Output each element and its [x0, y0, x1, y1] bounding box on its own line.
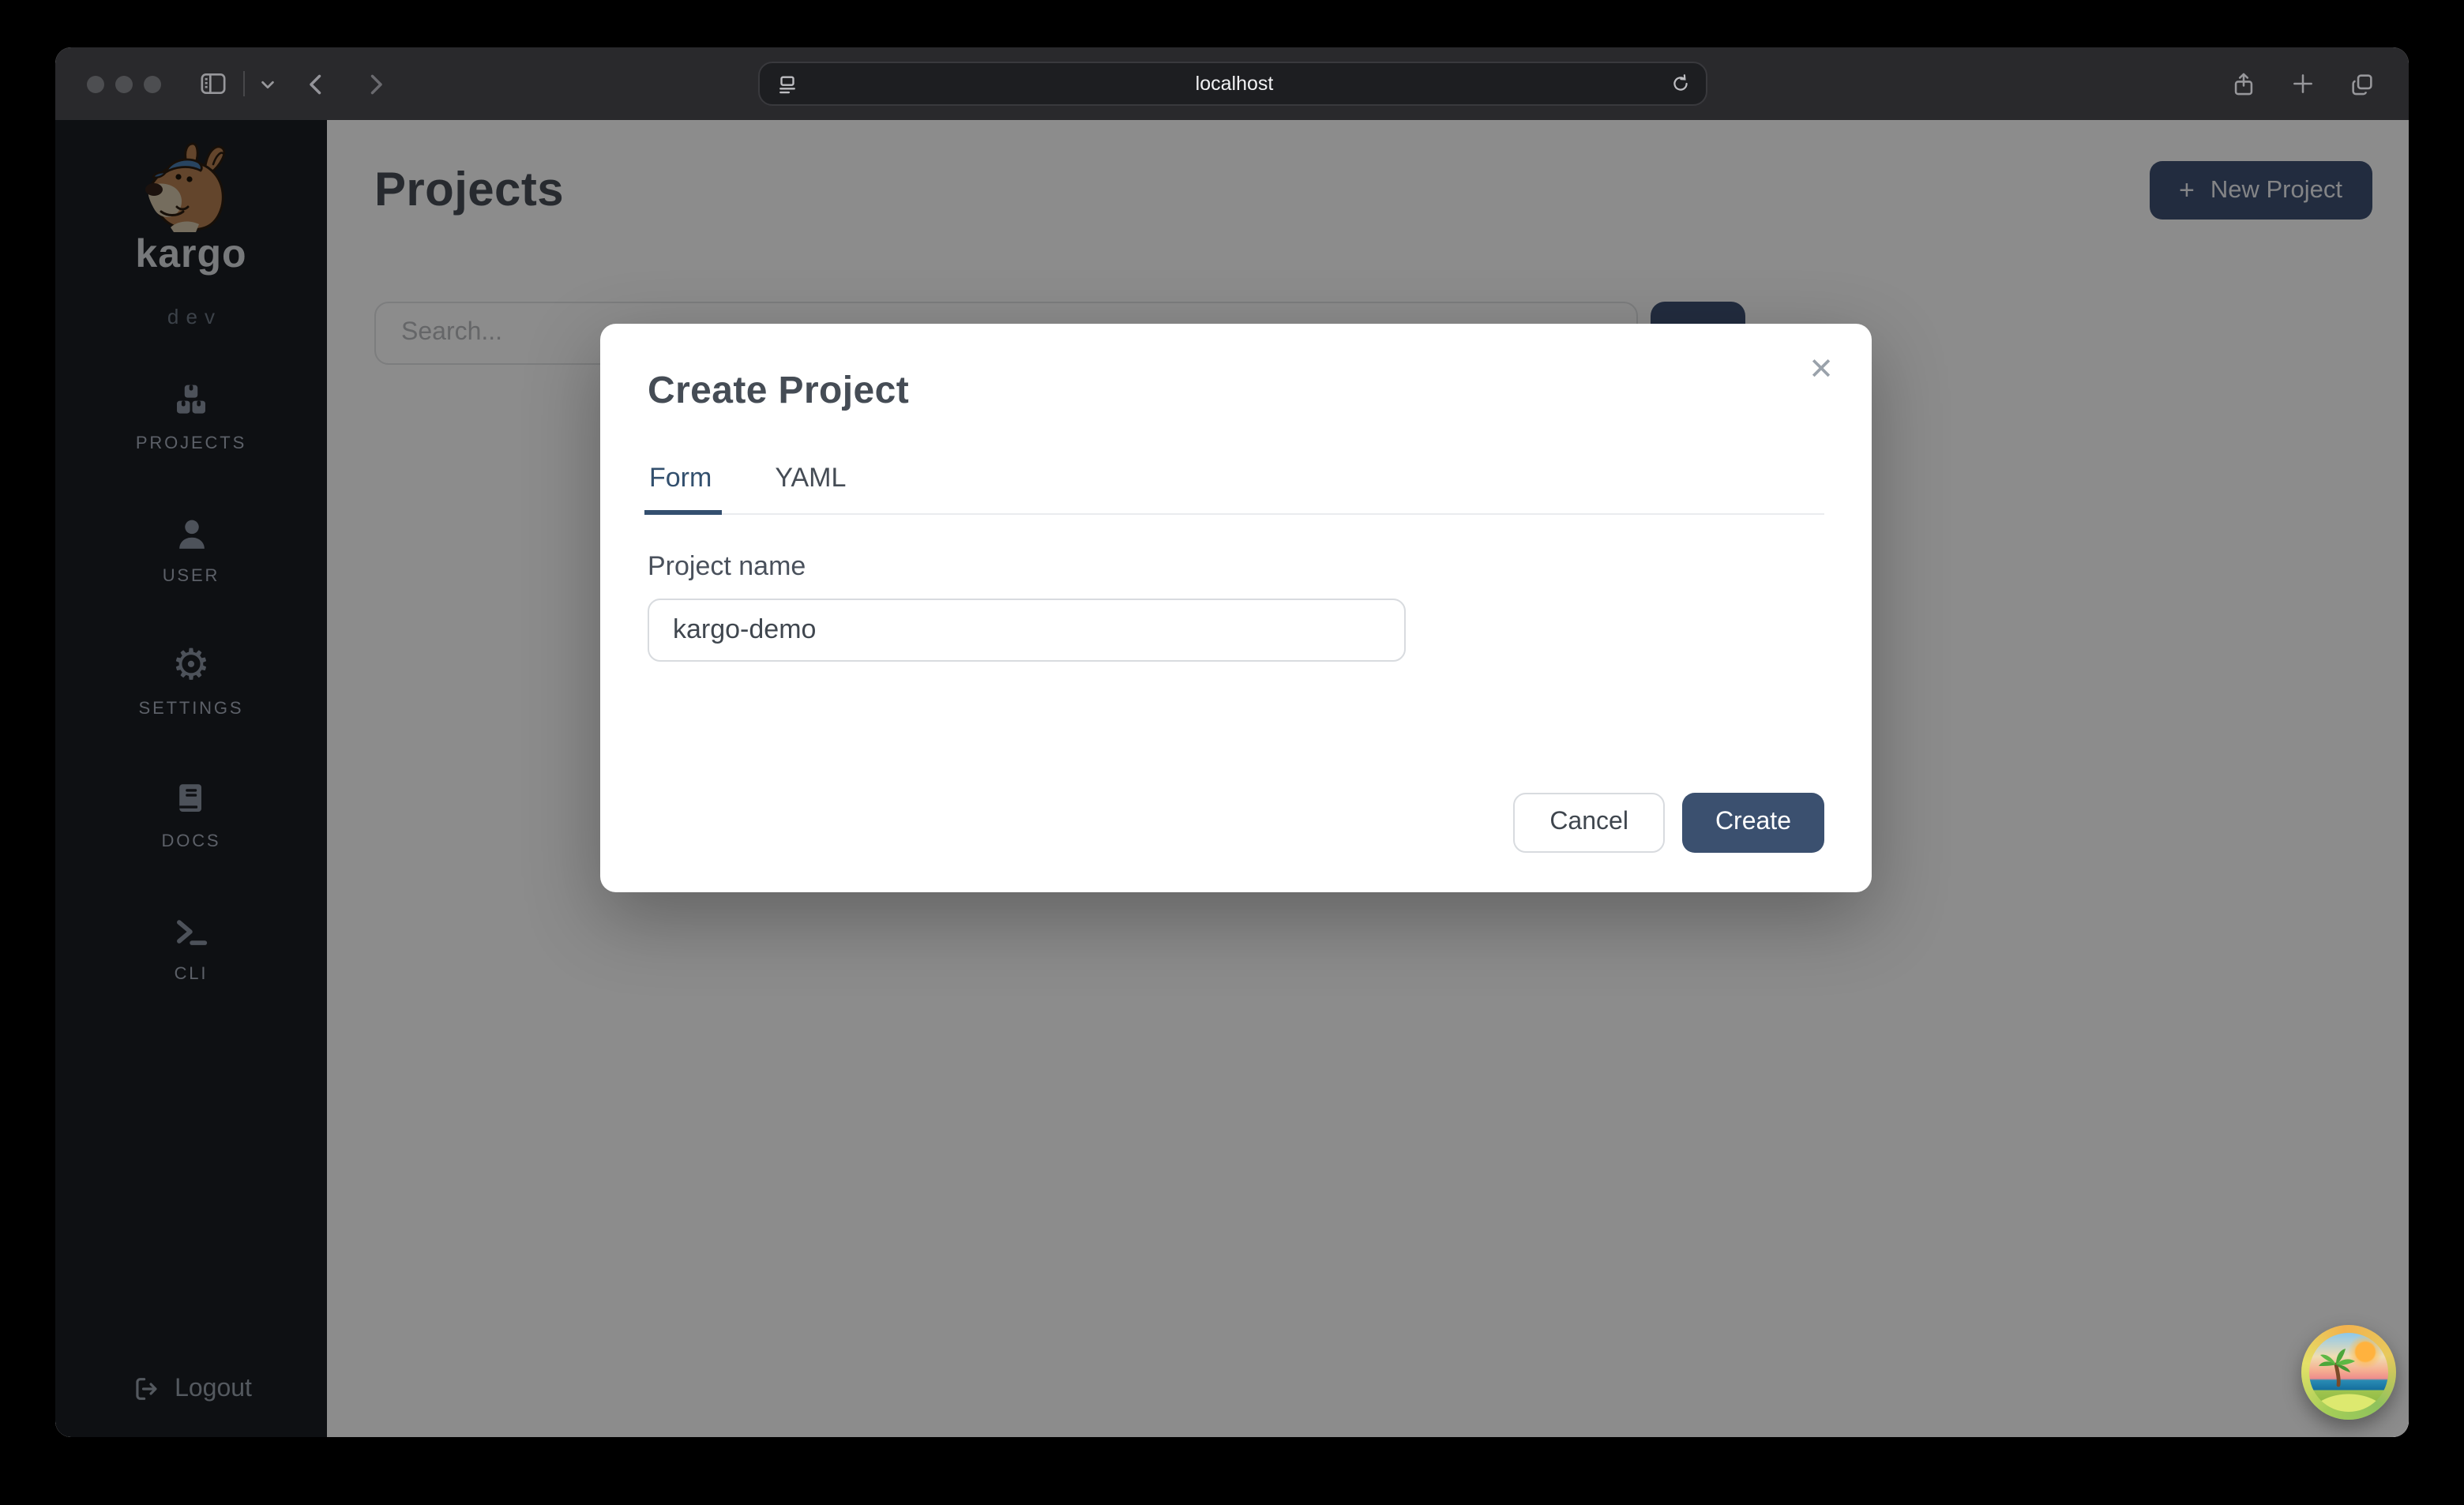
chevron-right-icon — [362, 70, 389, 97]
minimize-window-button[interactable] — [115, 75, 133, 92]
back-button[interactable] — [303, 70, 330, 97]
modal-tabs: Form YAML — [648, 463, 1824, 515]
tab-form[interactable]: Form — [648, 463, 713, 513]
url-bar[interactable]: localhost — [758, 62, 1707, 106]
tab-yaml[interactable]: YAML — [773, 463, 847, 513]
tab-group-dropdown-button[interactable] — [259, 75, 276, 92]
modal-title: Create Project — [648, 370, 1824, 414]
forward-button[interactable] — [362, 70, 389, 97]
reload-icon — [1670, 73, 1692, 95]
plus-icon — [2290, 71, 2316, 96]
project-name-input[interactable] — [648, 599, 1406, 662]
app-body: kargo dev — [55, 120, 2409, 1437]
share-button[interactable] — [2230, 70, 2257, 97]
create-button[interactable]: Create — [1682, 793, 1824, 853]
new-tab-button[interactable] — [2290, 71, 2316, 96]
palm-tree-icon — [2316, 1345, 2360, 1393]
browser-window: localhost — [55, 47, 2409, 1437]
tab-overview-button[interactable] — [2349, 70, 2376, 97]
share-icon — [2230, 70, 2257, 97]
browser-titlebar: localhost — [55, 47, 2409, 120]
window-controls — [87, 75, 161, 92]
tropical-avatar-scene — [2309, 1333, 2388, 1412]
reload-button[interactable] — [1670, 73, 1692, 95]
sidebar-toggle-button[interactable] — [197, 68, 229, 99]
chevron-left-icon — [303, 70, 330, 97]
sidebar-toggle-icon — [197, 68, 229, 99]
project-name-label: Project name — [648, 551, 1824, 583]
tropical-avatar[interactable] — [2301, 1325, 2396, 1420]
close-window-button[interactable] — [87, 75, 104, 92]
modal-footer: Cancel Create — [1513, 793, 1824, 853]
page-format-icon[interactable] — [776, 72, 799, 96]
chevron-down-icon — [259, 75, 276, 92]
tabs-copy-icon — [2349, 70, 2376, 97]
create-project-modal: ✕ Create Project Form YAML Project name … — [600, 324, 1872, 892]
titlebar-right-actions — [2230, 70, 2376, 97]
desktop-background: localhost — [0, 0, 2464, 1505]
maximize-window-button[interactable] — [144, 75, 161, 92]
titlebar-divider — [243, 71, 245, 96]
modal-close-button[interactable]: ✕ — [1802, 349, 1840, 392]
cancel-button[interactable]: Cancel — [1513, 793, 1665, 853]
url-text: localhost — [799, 73, 1670, 95]
